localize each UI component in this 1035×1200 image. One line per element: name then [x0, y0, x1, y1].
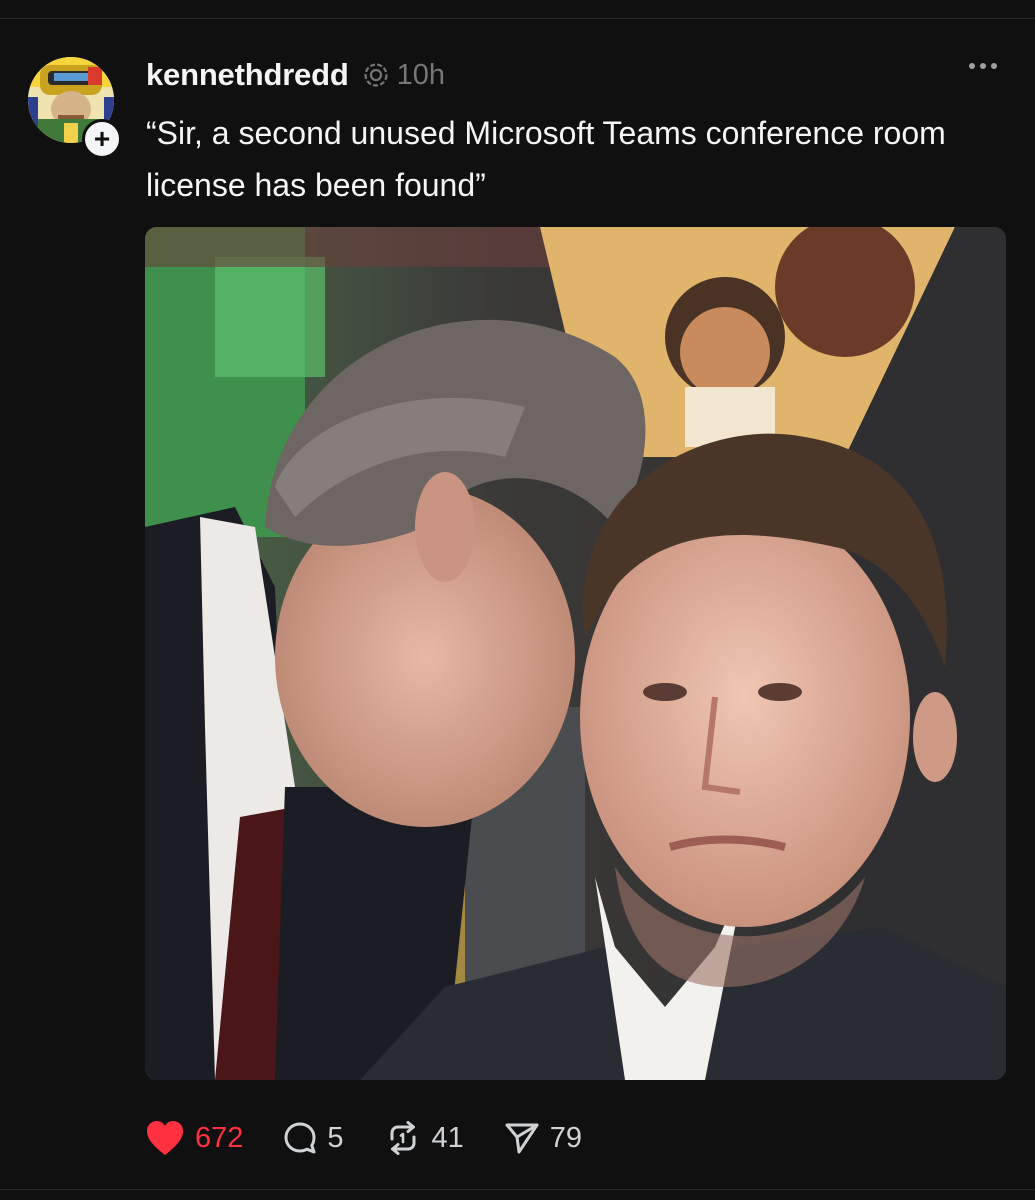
more-options-icon[interactable]: [969, 63, 997, 69]
thread-post: + kennethdredd 10h “Sir, a second unused…: [0, 19, 1035, 1189]
repost-icon: [384, 1121, 422, 1155]
like-count: 672: [195, 1121, 244, 1154]
bottom-divider: [0, 1189, 1035, 1190]
repost-count: 41: [431, 1121, 464, 1154]
follow-plus-button[interactable]: +: [82, 119, 122, 159]
action-bar: 672 5 41 79: [145, 1117, 622, 1159]
username-link[interactable]: kennethdredd: [146, 57, 349, 93]
reply-button[interactable]: 5: [283, 1121, 344, 1155]
post-timestamp[interactable]: 10h: [397, 59, 445, 92]
send-icon: [504, 1121, 540, 1155]
post-caption: “Sir, a second unused Microsoft Teams co…: [146, 115, 946, 203]
like-button[interactable]: 672: [145, 1120, 243, 1156]
post-header: kennethdredd 10h: [146, 55, 445, 95]
avatar-container[interactable]: +: [28, 57, 122, 159]
verified-badge-icon: [363, 62, 389, 88]
share-count: 79: [549, 1121, 583, 1154]
comment-icon: [283, 1121, 317, 1155]
share-button[interactable]: 79: [504, 1121, 582, 1155]
reply-count: 5: [327, 1121, 344, 1154]
heart-icon: [145, 1120, 185, 1156]
post-photo[interactable]: [145, 227, 1006, 1080]
repost-button[interactable]: 41: [384, 1121, 464, 1155]
